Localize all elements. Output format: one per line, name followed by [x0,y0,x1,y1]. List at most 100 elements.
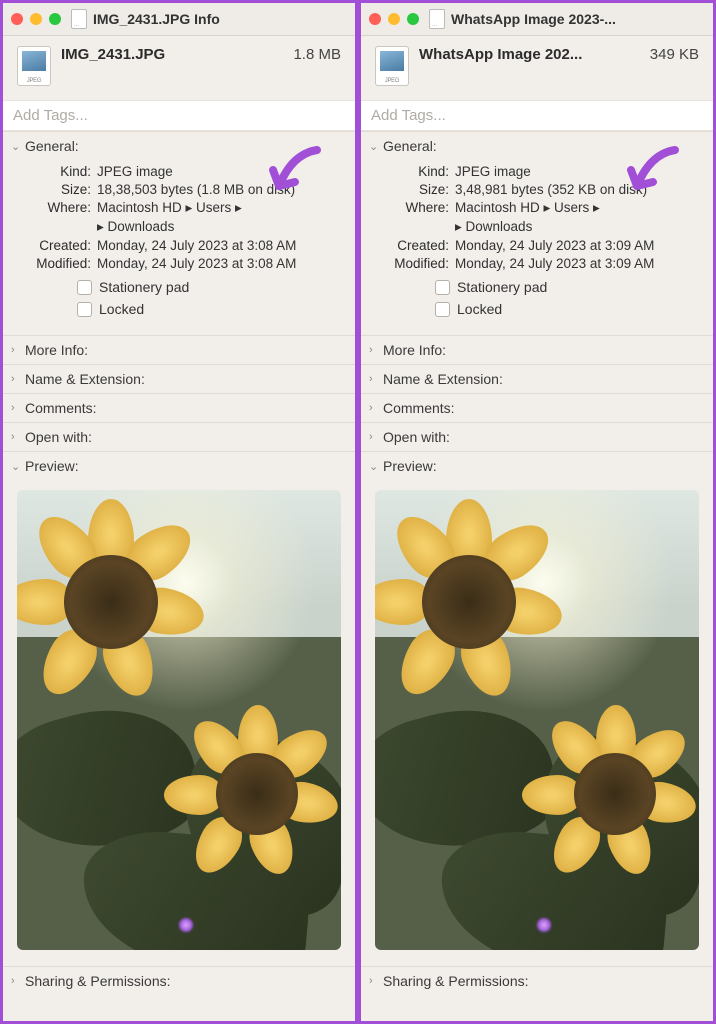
tags-input[interactable]: Add Tags... [3,100,355,131]
section-label: Comments: [383,400,455,416]
chevron-right-icon: › [11,431,23,443]
where-value-1: Macintosh HD ▸ Users ▸ [97,200,345,216]
chevron-right-icon: › [369,344,381,356]
created-value: Monday, 24 July 2023 at 3:08 AM [97,238,345,253]
modified-value: Monday, 24 July 2023 at 3:09 AM [455,256,703,271]
section-label: More Info: [25,342,88,358]
file-size: 1.8 MB [293,46,341,63]
kind-value: JPEG image [455,164,703,179]
zoom-icon[interactable] [49,13,61,25]
section-preview-header[interactable]: ⌄Preview: [361,452,713,480]
section-general: ⌄ General: Kind:JPEG image Size:3,48,981… [361,131,713,335]
chevron-down-icon: ⌄ [11,140,23,153]
section-comments-header[interactable]: ›Comments: [3,394,355,422]
locked-label: Locked [99,301,144,317]
section-name-ext: ›Name & Extension: [3,364,355,393]
stationery-pad-row: Stationery pad [77,279,345,295]
close-icon[interactable] [369,13,381,25]
document-proxy-icon[interactable] [71,9,87,29]
zoom-icon[interactable] [407,13,419,25]
section-general: ⌄ General: Kind: JPEG image Size: 18,38,50… [3,131,355,335]
size-value: 18,38,503 bytes (1.8 MB on disk) [97,182,345,197]
section-open-with: ›Open with: [361,422,713,451]
info-window-right: WhatsApp Image 2023-... WhatsApp Image 2… [358,0,716,1024]
file-size: 349 KB [650,46,699,63]
chevron-right-icon: › [11,373,23,385]
section-name-ext-header[interactable]: ›Name & Extension: [3,365,355,393]
section-sharing-header[interactable]: ›Sharing & Permissions: [3,967,355,995]
created-label: Created: [375,238,449,253]
locked-checkbox[interactable] [77,302,92,317]
section-label: Preview: [383,458,437,474]
file-name: IMG_2431.JPG [61,46,165,63]
section-comments: ›Comments: [3,393,355,422]
tags-input[interactable]: Add Tags... [361,100,713,131]
file-preview-icon[interactable] [17,46,51,86]
window-title: IMG_2431.JPG Info [93,11,347,27]
created-label: Created: [17,238,91,253]
modified-label: Modified: [375,256,449,271]
section-more-info-header[interactable]: ›More Info: [361,336,713,364]
size-label: Size: [17,182,91,197]
section-label: More Info: [383,342,446,358]
info-window-left: IMG_2431.JPG Info IMG_2431.JPG 1.8 MB Ad… [0,0,358,1024]
stationery-pad-row: Stationery pad [435,279,703,295]
section-name-ext-header[interactable]: ›Name & Extension: [361,365,713,393]
created-value: Monday, 24 July 2023 at 3:09 AM [455,238,703,253]
stationery-pad-checkbox[interactable] [435,280,450,295]
kind-label: Kind: [17,164,91,179]
section-sharing-header[interactable]: ›Sharing & Permissions: [361,967,713,995]
locked-row: Locked [435,301,703,317]
section-general-header[interactable]: ⌄ General: [3,132,355,160]
section-label: Sharing & Permissions: [383,973,529,989]
section-label: Comments: [25,400,97,416]
modified-label: Modified: [17,256,91,271]
locked-label: Locked [457,301,502,317]
locked-row: Locked [77,301,345,317]
section-label: Open with: [25,429,92,445]
section-label: Name & Extension: [383,371,503,387]
where-value-2: ▸ Downloads [97,219,345,235]
titlebar: WhatsApp Image 2023-... [361,3,713,36]
preview-image [375,490,699,950]
section-open-with-header[interactable]: ›Open with: [3,423,355,451]
stationery-pad-label: Stationery pad [99,279,189,295]
size-value: 3,48,981 bytes (352 KB on disk) [455,182,703,197]
section-preview-header[interactable]: ⌄Preview: [3,452,355,480]
minimize-icon[interactable] [388,13,400,25]
titlebar: IMG_2431.JPG Info [3,3,355,36]
locked-checkbox[interactable] [435,302,450,317]
stationery-pad-label: Stationery pad [457,279,547,295]
modified-value: Monday, 24 July 2023 at 3:08 AM [97,256,345,271]
section-comments-header[interactable]: ›Comments: [361,394,713,422]
kind-value: JPEG image [97,164,345,179]
where-label: Where: [375,200,449,216]
section-name-ext: ›Name & Extension: [361,364,713,393]
section-preview: ⌄Preview: [3,451,355,966]
minimize-icon[interactable] [30,13,42,25]
traffic-lights [11,13,61,25]
section-open-with-header[interactable]: ›Open with: [361,423,713,451]
chevron-right-icon: › [369,402,381,414]
chevron-right-icon: › [11,344,23,356]
where-value-2: ▸ Downloads [455,219,703,235]
chevron-right-icon: › [11,402,23,414]
section-sharing: ›Sharing & Permissions: [3,966,355,995]
document-proxy-icon[interactable] [429,9,445,29]
section-more-info: ›More Info: [3,335,355,364]
section-more-info: ›More Info: [361,335,713,364]
section-general-header[interactable]: ⌄ General: [361,132,713,160]
chevron-right-icon: › [11,975,23,987]
traffic-lights [369,13,419,25]
section-label: Sharing & Permissions: [25,973,171,989]
file-preview-icon[interactable] [375,46,409,86]
stationery-pad-checkbox[interactable] [77,280,92,295]
where-value-1: Macintosh HD ▸ Users ▸ [455,200,703,216]
chevron-down-icon: ⌄ [369,460,381,473]
kind-label: Kind: [375,164,449,179]
section-more-info-header[interactable]: ›More Info: [3,336,355,364]
close-icon[interactable] [11,13,23,25]
section-preview: ⌄Preview: [361,451,713,966]
chevron-right-icon: › [369,373,381,385]
section-label: General: [383,138,437,154]
